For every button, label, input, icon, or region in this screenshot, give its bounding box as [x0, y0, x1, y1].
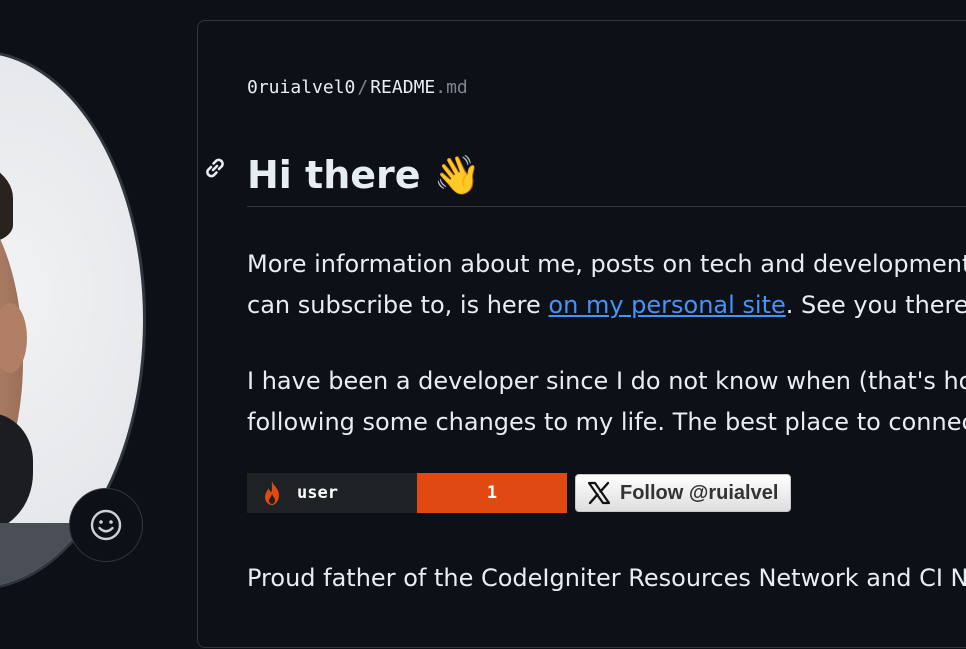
breadcrumb-separator: /	[357, 77, 369, 98]
twitter-follow-button[interactable]: Follow @ruialvel	[575, 474, 792, 512]
codeigniter-line-1: Proud father of the CodeIgniter Resource…	[247, 564, 966, 592]
personal-site-link[interactable]: on my personal site	[548, 291, 785, 319]
readme-heading: Hi there 👋	[247, 145, 966, 207]
codeigniter-paragraph: Proud father of the CodeIgniter Resource…	[247, 558, 966, 599]
follow-button-label: Follow @ruialvel	[620, 481, 779, 504]
link-icon	[206, 158, 224, 178]
developer-line-1: I have been a developer since I do not k…	[247, 367, 966, 395]
intro-line-2-before: can subscribe to, is here	[247, 291, 549, 319]
x-logo-icon	[587, 481, 611, 505]
flame-icon	[265, 481, 279, 505]
intro-paragraph: More information about me, posts on tech…	[247, 244, 966, 326]
visitor-badge-count: 1	[417, 473, 567, 513]
developer-paragraph: I have been a developer since I do not k…	[247, 361, 966, 443]
avatar-beard	[0, 413, 33, 533]
developer-line-2: following some changes to my life. The b…	[247, 408, 966, 436]
visitor-badge-label: user	[297, 483, 338, 503]
breadcrumb-owner[interactable]: 0ruialvel0	[247, 77, 355, 98]
intro-line-2: can subscribe to, is here on my personal…	[247, 285, 966, 326]
breadcrumb-file-ext: .md	[435, 77, 468, 98]
intro-line-2-after: . See you there!	[785, 291, 966, 319]
breadcrumb-file-name[interactable]: README	[370, 77, 435, 98]
visitor-badge[interactable]: user 1	[247, 473, 567, 513]
intro-line-1: More information about me, posts on tech…	[247, 250, 966, 278]
avatar-hair	[0, 153, 13, 243]
heading-anchor-link[interactable]	[200, 153, 230, 183]
badges-row: user 1 Follow @ruialvel	[247, 473, 792, 513]
profile-page: 0ruialvel0/README.md Hi there 👋 More inf…	[0, 0, 966, 649]
visitor-badge-left: user	[247, 473, 417, 513]
heading-text: Hi there 👋	[247, 153, 482, 197]
set-status-button[interactable]	[69, 488, 143, 562]
breadcrumb: 0ruialvel0/README.md	[247, 77, 468, 98]
smiley-icon	[90, 509, 122, 541]
readme-card: 0ruialvel0/README.md Hi there 👋 More inf…	[197, 20, 966, 648]
